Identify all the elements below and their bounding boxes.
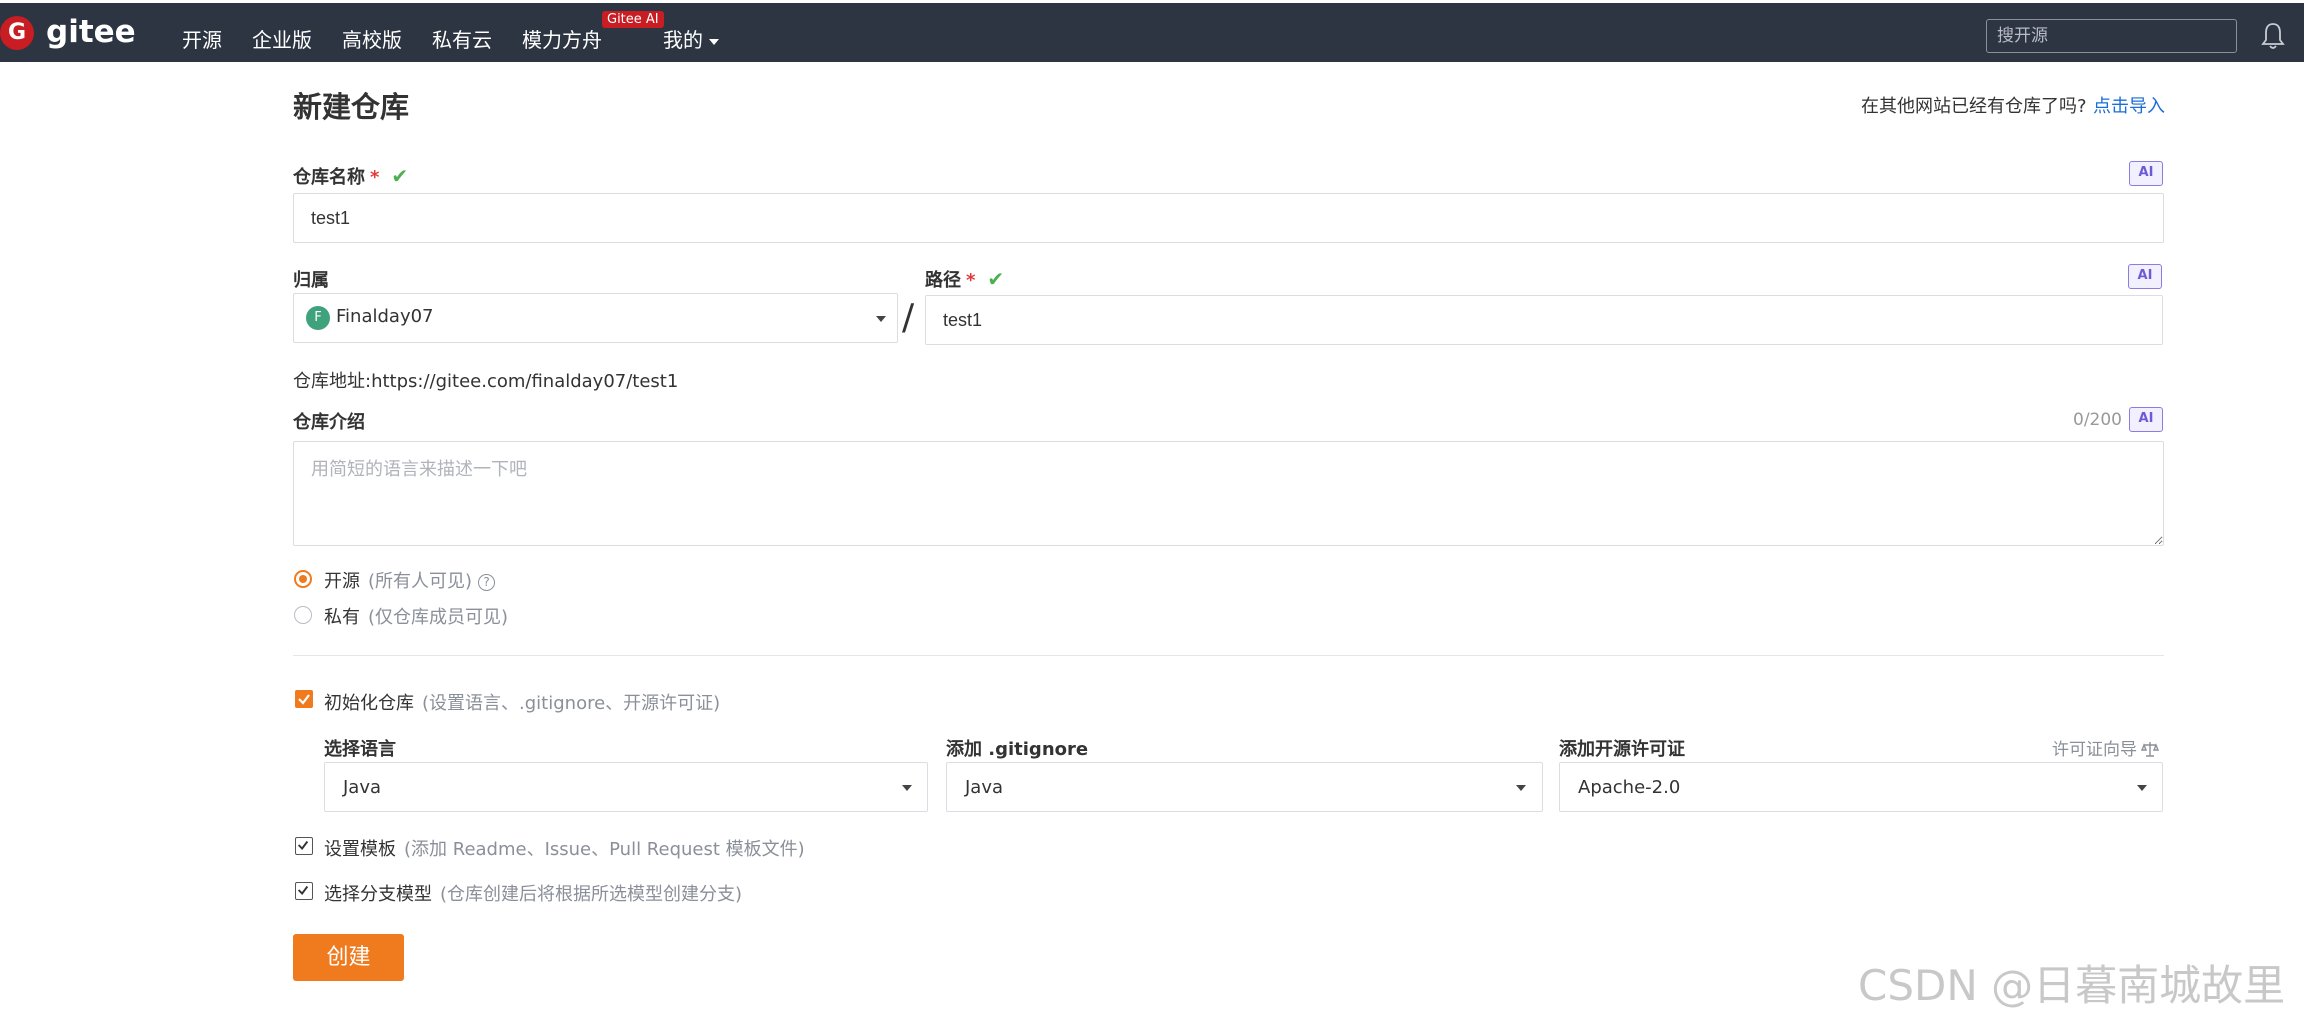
ai-name-button[interactable]: AI (2129, 161, 2163, 186)
watermark: CSDN @日暮南城故里 (1858, 961, 2286, 1010)
private-label: 私有 (324, 607, 360, 628)
public-option[interactable]: 开源 (所有人可见)? (324, 567, 496, 593)
owner-value: Finalday07 (336, 306, 434, 327)
page-title: 新建仓库 (293, 90, 410, 124)
ai-path-button[interactable]: AI (2128, 264, 2162, 289)
repo-name-label: 仓库名称 * ✔ (293, 163, 408, 189)
chevron-down-icon (2137, 785, 2147, 791)
top-navbar: G gitee 开源 企业版 高校版 私有云 模力方舟 Gitee AI 我的 (0, 3, 2304, 62)
public-label: 开源 (324, 571, 360, 592)
path-label: 路径 * ✔ (925, 266, 1004, 292)
branch-label: 选择分支模型 (324, 884, 432, 905)
gitee-logo-icon[interactable]: G (0, 16, 34, 50)
license-guide-link[interactable]: 许可证向导 (2052, 735, 2160, 760)
help-icon[interactable]: ? (478, 574, 496, 591)
create-button[interactable]: 创建 (293, 934, 404, 981)
check-icon: ✔ (391, 164, 409, 188)
path-input[interactable] (925, 295, 2163, 345)
path-label-text: 路径 (925, 270, 961, 291)
bell-icon[interactable] (2260, 21, 2286, 51)
radio-private[interactable] (294, 606, 312, 624)
init-repo-label: 初始化仓库 (324, 693, 414, 714)
desc-counter: 0/200 (2073, 410, 2122, 430)
gitee-logo-text[interactable]: gitee (46, 14, 136, 50)
radio-public[interactable] (294, 570, 312, 588)
private-option[interactable]: 私有 (仅仓库成员可见) (324, 603, 508, 629)
desc-textarea[interactable] (293, 441, 2164, 546)
language-select[interactable] (324, 762, 928, 812)
init-repo-option[interactable]: 初始化仓库 (设置语言、.gitignore、开源许可证) (324, 689, 720, 715)
nav-private-cloud[interactable]: 私有云 (432, 24, 492, 53)
template-hint: (添加 Readme、Issue、Pull Request 模板文件) (404, 839, 805, 860)
license-label: 添加开源许可证 (1559, 739, 1685, 760)
init-repo-hint: (设置语言、.gitignore、开源许可证) (422, 693, 721, 714)
language-label: 选择语言 (324, 739, 396, 760)
license-value: Apache-2.0 (1578, 777, 1681, 798)
nav-university[interactable]: 高校版 (342, 24, 402, 53)
nav-open-source[interactable]: 开源 (182, 24, 222, 53)
nav-mine-label: 我的 (663, 28, 703, 52)
gitignore-select[interactable] (946, 762, 1543, 812)
nav-moli-fangzhou[interactable]: 模力方舟 (522, 24, 602, 53)
gitignore-label: 添加 .gitignore (946, 739, 1089, 760)
import-prompt: 在其他网站已经有仓库了吗? (1861, 96, 2087, 117)
ai-desc-button[interactable]: AI (2129, 407, 2163, 432)
repo-name-label-text: 仓库名称 (293, 167, 365, 188)
template-checkbox[interactable] (295, 837, 313, 855)
license-guide-text: 许可证向导 (2052, 740, 2137, 760)
template-label: 设置模板 (324, 839, 396, 860)
repo-name-input[interactable] (293, 193, 2164, 243)
caret-down-icon (709, 38, 719, 45)
checkmark-icon (297, 840, 309, 850)
gitignore-value: Java (965, 777, 1004, 798)
divider (293, 655, 2164, 656)
nav-mine[interactable]: 我的 (663, 24, 719, 53)
branch-option[interactable]: 选择分支模型 (仓库创建后将根据所选模型创建分支) (324, 880, 742, 906)
checkmark-icon (298, 694, 310, 705)
owner-label: 归属 (293, 270, 329, 291)
init-repo-checkbox[interactable] (295, 690, 313, 708)
branch-checkbox[interactable] (295, 882, 313, 900)
scale-icon (2140, 742, 2160, 757)
nav-enterprise[interactable]: 企业版 (252, 24, 312, 53)
public-hint: (所有人可见) (368, 571, 473, 592)
import-link[interactable]: 点击导入 (2093, 92, 2165, 118)
required-mark: * (966, 270, 976, 291)
checkmark-icon (297, 885, 309, 895)
chevron-down-icon (902, 785, 912, 791)
desc-label: 仓库介绍 (293, 412, 365, 433)
gitee-ai-badge: Gitee AI (602, 11, 664, 28)
avatar: F (306, 306, 330, 330)
chevron-down-icon (1516, 785, 1526, 791)
required-mark: * (370, 167, 380, 188)
chevron-down-icon (876, 316, 886, 322)
private-hint: (仅仓库成员可见) (368, 607, 509, 628)
search-input[interactable] (1986, 19, 2237, 53)
check-icon: ✔ (987, 267, 1005, 291)
repo-address: 仓库地址:https://gitee.com/finalday07/test1 (293, 371, 679, 392)
language-value: Java (343, 777, 382, 798)
path-separator: / (902, 297, 915, 338)
branch-hint: (仓库创建后将根据所选模型创建分支) (440, 884, 743, 905)
template-option[interactable]: 设置模板 (添加 Readme、Issue、Pull Request 模板文件) (324, 835, 805, 861)
